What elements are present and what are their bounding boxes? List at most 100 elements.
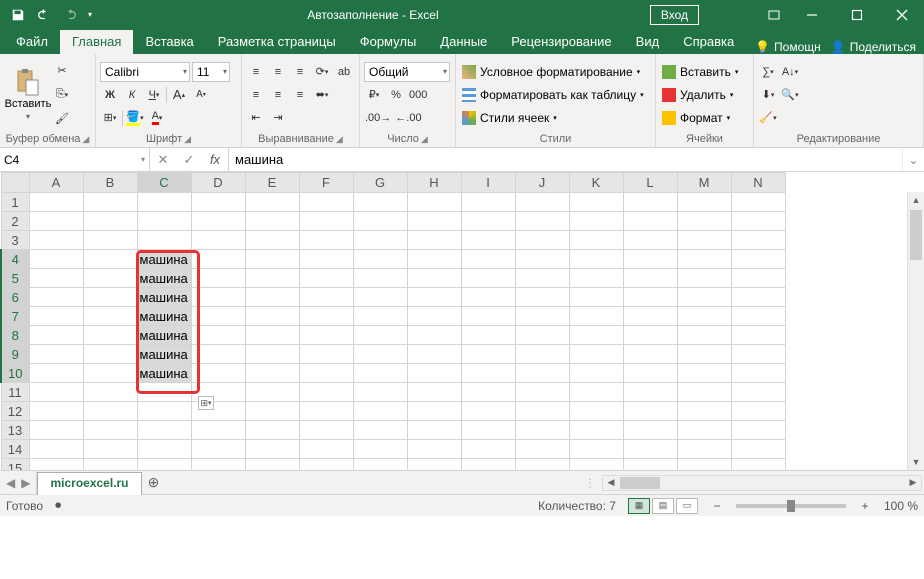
cell[interactable] [29,345,83,364]
cell[interactable] [731,345,785,364]
cell[interactable] [569,402,623,421]
column-header[interactable]: A [29,173,83,193]
cell[interactable] [245,193,299,212]
save-icon[interactable] [6,3,30,27]
cell[interactable] [569,326,623,345]
sheet-tab[interactable]: microexcel.ru [37,472,141,495]
cell[interactable] [623,250,677,269]
cell[interactable] [353,459,407,471]
minimize-icon[interactable] [789,0,834,29]
find-select-icon[interactable]: 🔍▾ [780,85,800,105]
cell[interactable] [245,326,299,345]
select-all-corner[interactable] [1,173,29,193]
cell[interactable] [623,421,677,440]
cell[interactable] [245,250,299,269]
column-header[interactable]: F [299,173,353,193]
cell[interactable] [407,421,461,440]
cell[interactable] [677,402,731,421]
cell[interactable] [677,269,731,288]
cell[interactable] [677,193,731,212]
cell[interactable] [299,326,353,345]
row-header[interactable]: 6 [1,288,29,307]
wrap-text-icon[interactable]: ab [334,62,354,82]
cell[interactable] [461,231,515,250]
tell-me[interactable]: 💡Помощн [755,40,821,54]
cell[interactable] [137,193,191,212]
cell[interactable] [353,269,407,288]
cell[interactable] [515,288,569,307]
cell[interactable] [569,212,623,231]
paste-button[interactable]: Вставить ▾ [4,62,52,128]
cell[interactable] [83,212,137,231]
cell[interactable] [623,269,677,288]
tab-help[interactable]: Справка [671,30,746,54]
align-bottom-icon[interactable]: ≡ [290,62,310,82]
cell[interactable] [677,326,731,345]
grow-font-icon[interactable]: A▴ [169,85,189,105]
cell[interactable] [191,307,245,326]
cell[interactable] [569,345,623,364]
cell[interactable] [245,288,299,307]
cell[interactable] [83,288,137,307]
percent-icon[interactable]: % [386,85,406,105]
cell[interactable] [677,421,731,440]
orientation-icon[interactable]: ⟳▾ [312,62,332,82]
conditional-formatting-button[interactable]: Условное форматирование▾ [460,62,646,82]
cell[interactable] [407,364,461,383]
cell[interactable] [515,250,569,269]
cell[interactable] [299,288,353,307]
cell[interactable] [29,250,83,269]
row-header[interactable]: 10 [1,364,29,383]
spreadsheet[interactable]: ABCDEFGHIJKLMN1234машина5машина6машина7м… [0,172,786,470]
align-top-icon[interactable]: ≡ [246,62,266,82]
cell[interactable] [299,402,353,421]
cell[interactable] [515,421,569,440]
cell[interactable] [353,250,407,269]
fx-icon[interactable]: fx [202,152,228,167]
row-header[interactable]: 3 [1,231,29,250]
cell[interactable] [83,326,137,345]
sheet-nav[interactable]: ◀▶ [0,471,37,494]
cell[interactable] [515,364,569,383]
accounting-format-icon[interactable]: ₽▾ [364,85,384,105]
cell[interactable] [677,250,731,269]
scroll-right-icon[interactable]: ▶ [905,476,921,490]
cell[interactable] [623,307,677,326]
cell[interactable] [29,402,83,421]
cell[interactable] [677,307,731,326]
bold-button[interactable]: Ж [100,85,120,105]
cell[interactable] [137,212,191,231]
cell[interactable] [623,193,677,212]
cell[interactable] [137,231,191,250]
cell[interactable] [677,288,731,307]
cell[interactable]: машина [137,288,191,307]
cell[interactable] [461,193,515,212]
cell[interactable] [245,307,299,326]
autofill-options-icon[interactable]: ⊞▾ [198,396,214,410]
cell[interactable] [731,440,785,459]
nav-prev-icon[interactable]: ◀ [6,476,15,490]
increase-indent-icon[interactable]: ⇥ [268,108,288,128]
cell[interactable] [29,193,83,212]
macro-record-icon[interactable]: ⏺ [55,498,61,513]
cell[interactable] [191,212,245,231]
cell[interactable] [245,364,299,383]
cell[interactable] [299,345,353,364]
cell[interactable] [191,193,245,212]
cell[interactable] [299,421,353,440]
row-header[interactable]: 8 [1,326,29,345]
cell[interactable] [623,231,677,250]
cell[interactable] [137,440,191,459]
font-name-combo[interactable]: Calibri▾ [100,62,190,82]
nav-next-icon[interactable]: ▶ [21,476,30,490]
tab-file[interactable]: Файл [4,30,60,54]
cell[interactable] [353,231,407,250]
row-header[interactable]: 7 [1,307,29,326]
cell[interactable] [407,193,461,212]
column-header[interactable]: D [191,173,245,193]
row-header[interactable]: 4 [1,250,29,269]
view-normal-icon[interactable]: ▦ [628,498,650,514]
cell[interactable] [353,307,407,326]
row-header[interactable]: 11 [1,383,29,402]
format-painter-icon[interactable]: 🖌 [52,109,72,129]
